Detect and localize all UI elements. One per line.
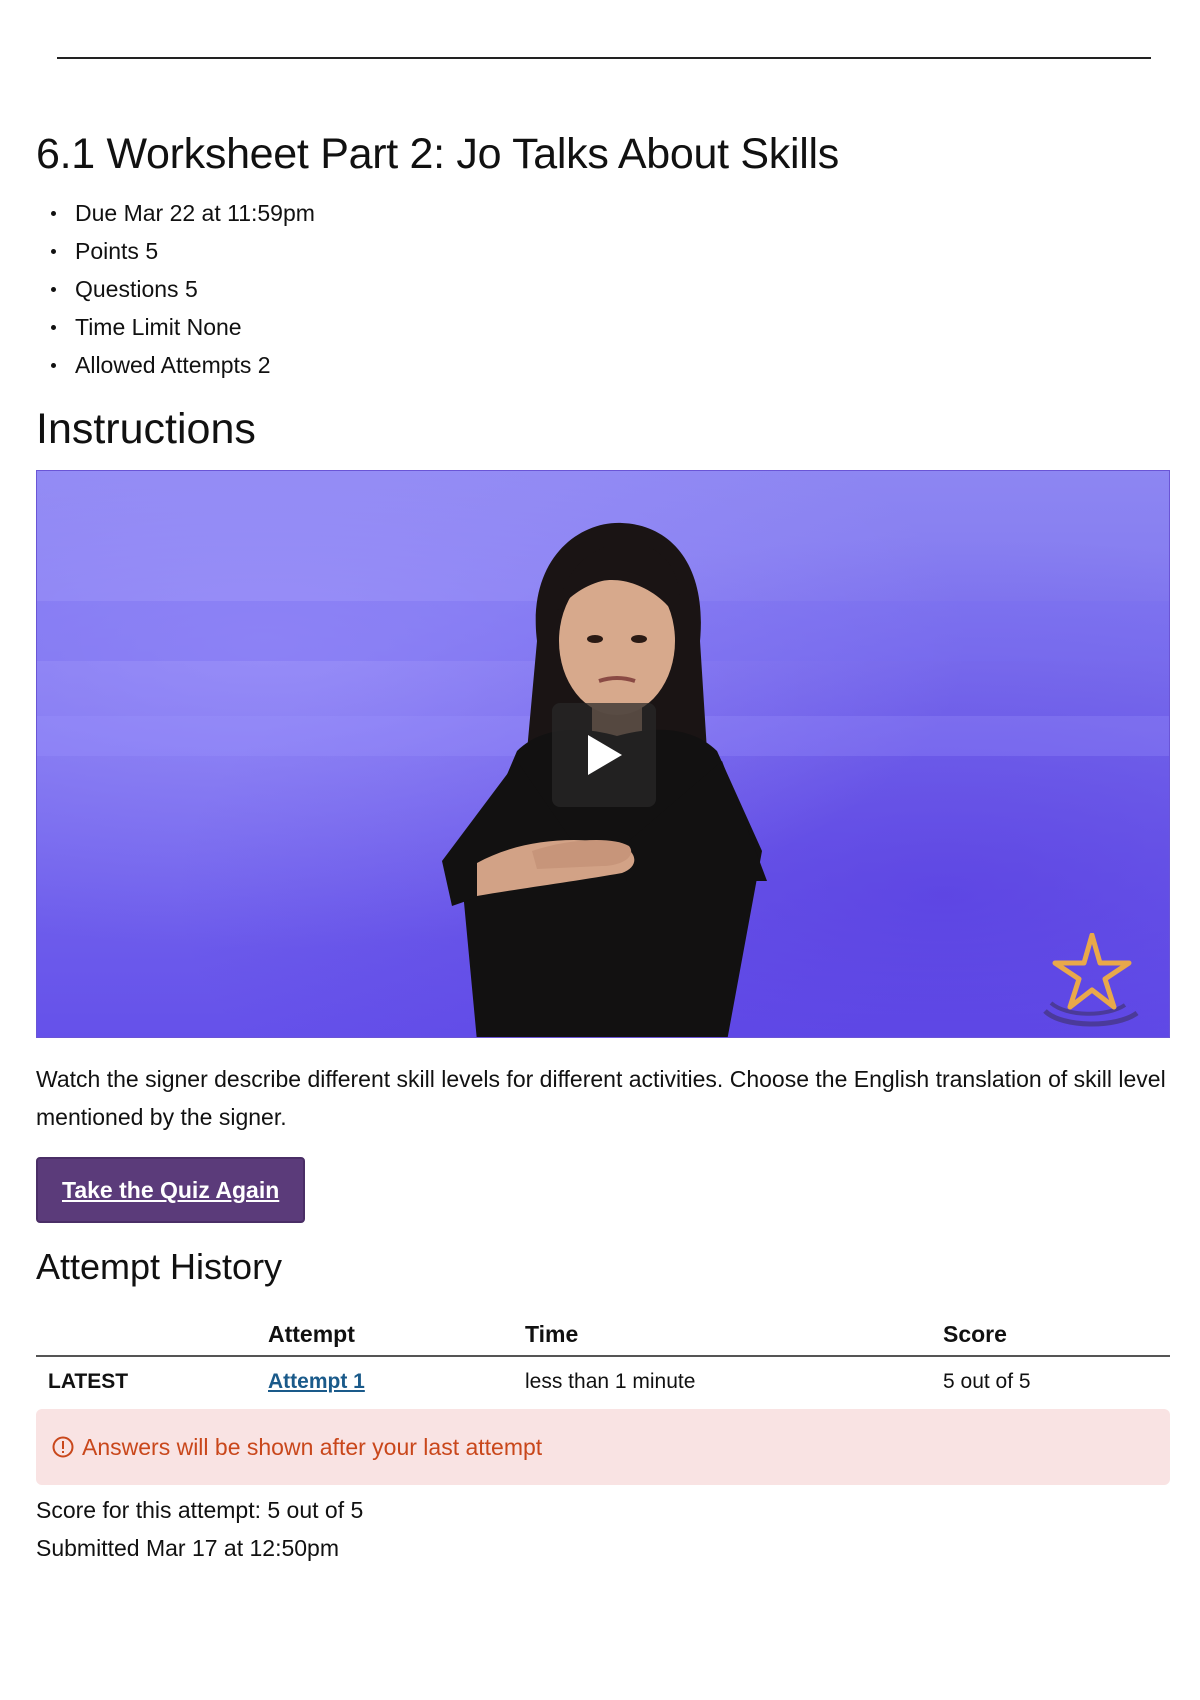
table-row: LATEST Attempt 1 less than 1 minute 5 ou… (36, 1356, 1170, 1407)
star-logo-icon (1043, 933, 1139, 1027)
top-divider (57, 57, 1151, 59)
take-quiz-again-button[interactable]: Take the Quiz Again (36, 1157, 306, 1223)
attempt-history-heading: Attempt History (36, 1246, 283, 1287)
attempt-1-link[interactable]: Attempt 1 (268, 1370, 365, 1393)
meta-questions: Questions 5 (36, 270, 1170, 308)
latest-tag: LATEST (48, 1370, 129, 1393)
column-header-score: Score (943, 1313, 1170, 1357)
quiz-page: 6.1 Worksheet Part 2: Jo Talks About Ski… (36, 120, 1170, 1567)
attempt-cell: Attempt 1 (268, 1356, 525, 1407)
instructions-heading: Instructions (36, 405, 256, 453)
column-header-time: Time (525, 1313, 943, 1357)
video-player[interactable] (36, 470, 1170, 1038)
alert-text: Answers will be shown after your last at… (82, 1433, 543, 1460)
meta-points: Points 5 (36, 232, 1170, 270)
attempt-results: Score for this attempt: 5 out of 5 Submi… (36, 1491, 1170, 1567)
play-icon (588, 735, 622, 775)
instruction-text: Watch the signer describe different skil… (36, 1066, 1166, 1130)
attempt-history-table: Attempt Time Score LATEST Attempt 1 less… (36, 1313, 1170, 1407)
score-cell: 5 out of 5 (943, 1370, 1031, 1393)
time-cell: less than 1 minute (525, 1370, 696, 1393)
quiz-title: 6.1 Worksheet Part 2: Jo Talks About Ski… (36, 130, 839, 178)
meta-time-limit: Time Limit None (36, 308, 1170, 346)
column-header-tag (36, 1313, 268, 1357)
score-line: Score for this attempt: 5 out of 5 (36, 1497, 364, 1523)
column-header-attempt: Attempt (268, 1313, 525, 1357)
meta-due-date: Due Mar 22 at 11:59pm (36, 194, 1170, 232)
quiz-meta-list: Due Mar 22 at 11:59pm Points 5 Questions… (36, 194, 1170, 384)
alert-circle-icon (52, 1436, 74, 1458)
answers-alert: Answers will be shown after your last at… (36, 1409, 1170, 1485)
meta-allowed-attempts: Allowed Attempts 2 (36, 346, 1170, 384)
submitted-line: Submitted Mar 17 at 12:50pm (36, 1535, 339, 1561)
table-header-row: Attempt Time Score (36, 1313, 1170, 1357)
play-button[interactable] (552, 703, 656, 807)
